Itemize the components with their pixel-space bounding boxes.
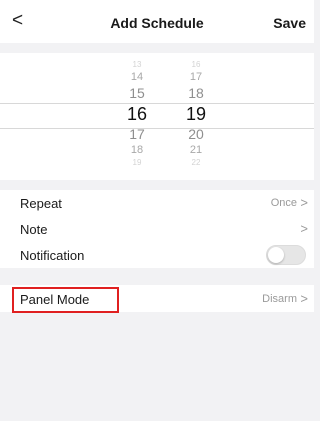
hour-option: 17 xyxy=(129,126,145,142)
selected-hour: 16 xyxy=(126,104,148,124)
repeat-label: Repeat xyxy=(20,196,62,211)
minute-option: 20 xyxy=(188,126,204,142)
picker-selection-top-divider xyxy=(0,103,314,104)
hour-option: 13 xyxy=(132,60,142,69)
minute-option: 18 xyxy=(188,85,204,101)
notification-label: Notification xyxy=(20,248,85,263)
repeat-value: Once xyxy=(270,197,297,209)
picker-selection-bottom-divider xyxy=(0,128,314,129)
hour-option: 14 xyxy=(130,71,144,83)
notification-row: Notification xyxy=(0,242,314,268)
time-picker[interactable]: 13 14 15 16 17 18 19 16 17 18 19 20 21 2… xyxy=(0,53,314,180)
panel-mode-row[interactable]: Panel Mode Disarm > xyxy=(0,285,314,313)
selected-minute: 19 xyxy=(185,104,207,124)
chevron-right-icon: > xyxy=(300,291,308,306)
save-button[interactable]: Save xyxy=(273,15,306,31)
minute-option: 22 xyxy=(191,158,201,167)
settings-list: Repeat Once > Note > Notification xyxy=(0,190,314,268)
note-label: Note xyxy=(20,222,48,237)
header-bar: < Add Schedule Save xyxy=(0,0,314,43)
hour-option: 15 xyxy=(129,85,145,101)
hour-wheel[interactable]: 13 14 15 16 17 18 19 xyxy=(117,53,157,180)
hour-option: 18 xyxy=(130,144,144,156)
minute-option: 16 xyxy=(191,60,201,69)
panel-mode-value: Disarm xyxy=(262,293,297,305)
notification-toggle[interactable] xyxy=(266,245,306,265)
toggle-knob xyxy=(268,247,284,263)
chevron-right-icon: > xyxy=(300,221,308,236)
page-title: Add Schedule xyxy=(110,15,204,31)
minute-wheel[interactable]: 16 17 18 19 20 21 22 xyxy=(176,53,216,180)
note-row[interactable]: Note > xyxy=(0,216,314,242)
panel-mode-label: Panel Mode xyxy=(20,292,90,307)
repeat-row[interactable]: Repeat Once > xyxy=(0,190,314,216)
hour-option: 19 xyxy=(132,158,142,167)
minute-option: 17 xyxy=(189,71,203,83)
minute-option: 21 xyxy=(189,144,203,156)
chevron-right-icon: > xyxy=(300,195,308,210)
